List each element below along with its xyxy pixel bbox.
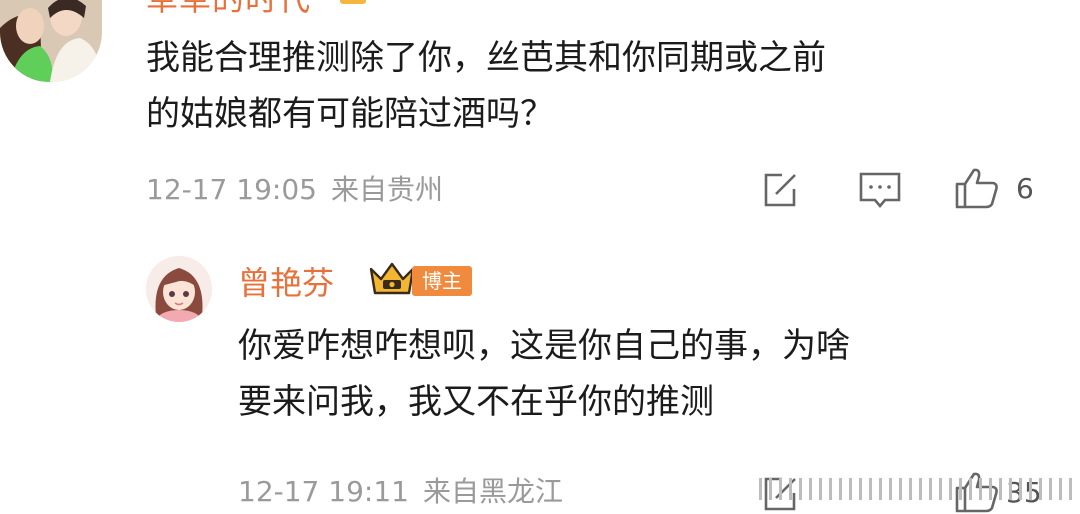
comment-date: 12-17 19:05 [146, 173, 317, 206]
share-icon[interactable] [760, 170, 800, 210]
crown-icon [368, 260, 416, 300]
comment-author-name[interactable]: 草草的时代 [146, 0, 311, 20]
fan-badge [340, 0, 366, 4]
comment-location: 来自贵州 [330, 173, 443, 206]
comment-text-line: 我能合理推测除了你，丝芭其和你同期或之前 [146, 38, 826, 78]
comment-text-line: 的姑娘都有可能陪过酒吗？ [146, 94, 554, 134]
reply-text-line: 你爱咋想咋想呗，这是你自己的事，为啥 [238, 326, 850, 366]
comment-meta: 12-17 19:05 来自贵州 [146, 168, 443, 208]
avatar[interactable] [0, 0, 102, 82]
reply-text-line: 要来问我，我又不在乎你的推测 [238, 382, 714, 422]
reply-text: 你爱咋想咋想呗，这是你自己的事，为啥 要来问我，我又不在乎你的推测 [238, 318, 1058, 430]
reply-author-name[interactable]: 曾艳芬 [238, 258, 334, 304]
reply-meta: 12-17 19:11 来自黑龙江 [238, 470, 563, 510]
watermark [759, 478, 1072, 500]
comment-text: 我能合理推测除了你，丝芭其和你同期或之前 的姑娘都有可能陪过酒吗？ [146, 30, 1026, 142]
reply-date: 12-17 19:11 [238, 475, 409, 508]
reply-avatar[interactable] [146, 256, 212, 322]
blogger-badge: 博主 [412, 266, 472, 296]
comment-icon[interactable] [858, 170, 902, 210]
reply-location: 来自黑龙江 [422, 475, 563, 508]
thumbs-up-icon[interactable] [954, 166, 1000, 210]
like-count: 6 [1016, 172, 1034, 205]
